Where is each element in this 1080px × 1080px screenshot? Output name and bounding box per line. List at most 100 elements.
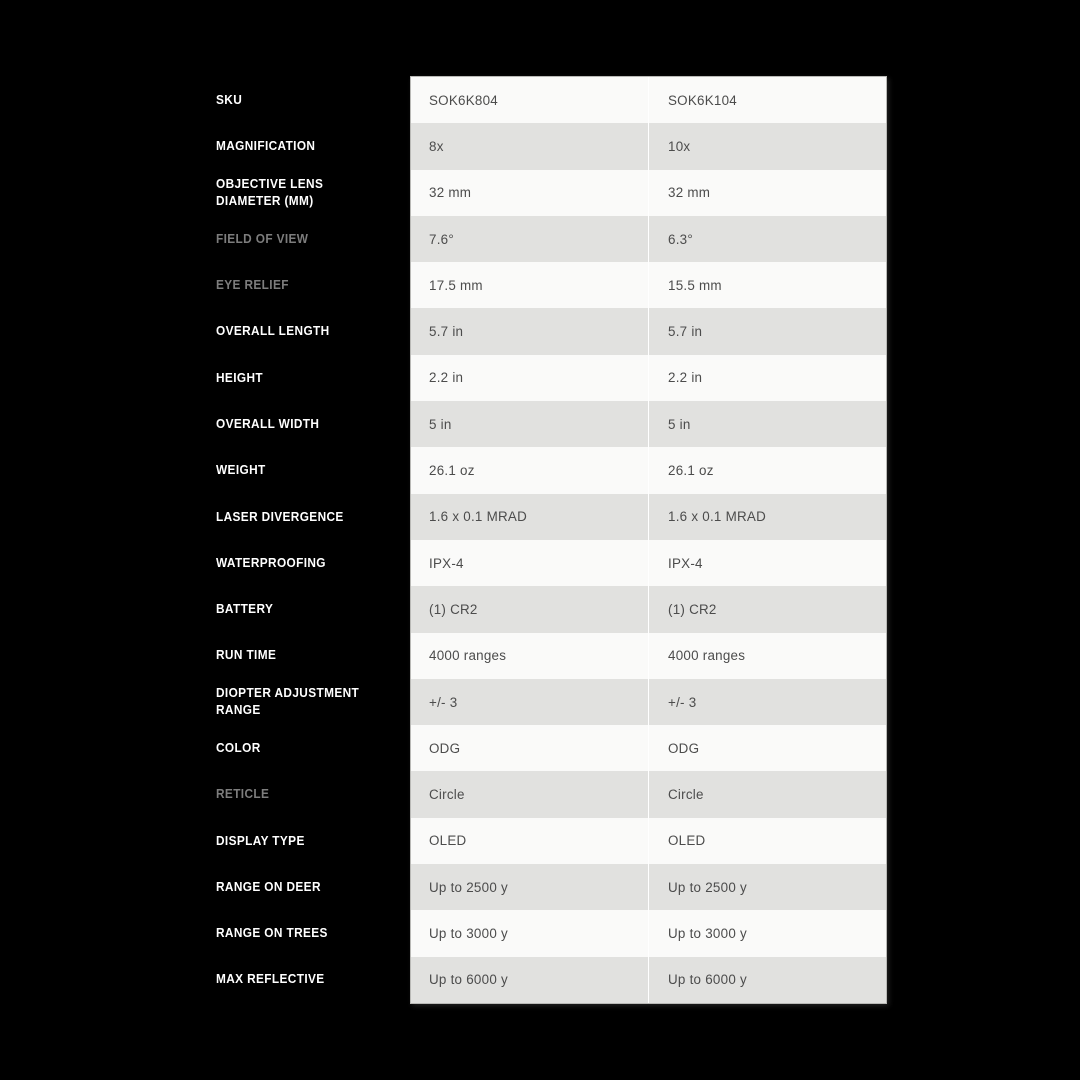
spec-value-cell: SOK6K104 [648,77,887,124]
spec-label-cell: EYE RELIEF [193,262,410,309]
spec-comparison-table: SKU SOK6K804 SOK6K104 MAGNIFICATION 8x 10x OBJ… [193,77,887,1003]
spec-label: FIELD OF VIEW [216,231,309,246]
spec-value-cell: OLED [410,817,648,865]
spec-label-cell: SKU [193,77,410,124]
spec-value-cell: Circle [648,771,887,818]
spec-label: OVERALL LENGTH [216,324,330,339]
spec-label: COLOR [216,741,261,755]
spec-value-cell: IPX-4 [648,539,887,587]
spec-label: BATTERY [216,602,274,617]
spec-value-cell: IPX-4 [410,539,648,587]
spec-value-cell: 1.6 x 0.1 MRAD [648,493,887,540]
spec-label: SKU [216,92,243,107]
spec-value-cell: Up to 2500 y [410,864,648,911]
spec-value-cell: ODG [648,725,887,772]
spec-label-cell: RUN TIME [193,632,410,679]
table-row: RUN TIME 4000 ranges 4000 ranges [193,632,887,679]
spec-value-cell: 8x [410,123,648,170]
spec-value-cell: Up to 6000 y [410,956,648,1003]
spec-label: RANGE ON TREES [216,926,328,941]
spec-label: MAX REFLECTIVE [216,972,325,987]
table-row: OBJECTIVE LENS DIAMETER (MM) 32 mm 32 mm [193,169,887,216]
spec-value-cell: 2.2 in [410,354,648,402]
spec-value-cell: 4000 ranges [410,632,648,679]
spec-value-cell: 1.6 x 0.1 MRAD [410,493,648,540]
spec-value-cell: SOK6K804 [410,77,648,124]
spec-value-cell: Up to 3000 y [410,910,648,957]
spec-label-cell: WEIGHT [193,447,410,494]
spec-label: DISPLAY TYPE [216,833,305,848]
table-row: WATERPROOFING IPX-4 IPX-4 [193,539,887,587]
spec-value-cell: +/- 3 [648,678,887,726]
table-row: EYE RELIEF 17.5 mm 15.5 mm [193,262,887,309]
table-row: DISPLAY TYPE OLED OLED [193,817,887,865]
spec-label-cell: OVERALL WIDTH [193,401,410,448]
table-row: MAX REFLECTIVE Up to 6000 y Up to 6000 y [193,956,887,1003]
spec-value-cell: +/- 3 [410,678,648,726]
table-row: WEIGHT 26.1 oz 26.1 oz [193,447,887,494]
spec-value-cell: 7.6° [410,215,648,263]
spec-label-cell: COLOR [193,725,410,772]
spec-value-cell: 10x [648,123,887,170]
table-row: COLOR ODG ODG [193,725,887,772]
spec-value-cell: (1) CR2 [410,586,648,633]
spec-value-cell: 32 mm [410,169,648,216]
spec-value-cell: OLED [648,817,887,865]
table-row: FIELD OF VIEW 7.6° 6.3° [193,215,887,263]
spec-label: OVERALL WIDTH [216,416,320,431]
spec-label: RANGE ON DEER [216,879,321,894]
spec-label: RUN TIME [216,648,277,663]
spec-label-cell: BATTERY [193,586,410,633]
table-row: RANGE ON DEER Up to 2500 y Up to 2500 y [193,864,887,911]
spec-value-cell: Up to 3000 y [648,910,887,957]
table-row: LASER DIVERGENCE 1.6 x 0.1 MRAD 1.6 x 0.1 … [193,493,887,540]
spec-value-cell: 5.7 in [648,308,887,355]
spec-label: EYE RELIEF [216,278,289,293]
spec-label-cell: LASER DIVERGENCE [193,493,410,540]
spec-value-cell: 5 in [648,401,887,448]
table-row: RETICLE Circle Circle [193,771,887,818]
spec-value-cell: Up to 6000 y [648,956,887,1003]
spec-label: RETICLE [216,787,270,802]
table-row: RANGE ON TREES Up to 3000 y Up to 3000 y [193,910,887,957]
spec-value-cell: 2.2 in [648,354,887,402]
table-row: HEIGHT 2.2 in 2.2 in [193,354,887,402]
table-row: SKU SOK6K804 SOK6K104 [193,77,887,124]
spec-value-cell: 15.5 mm [648,262,887,309]
spec-label: OBJECTIVE LENS DIAMETER (MM) [216,177,324,208]
spec-value-cell: 6.3° [648,215,887,263]
spec-label: DIOPTER ADJUSTMENT RANGE [216,686,360,717]
spec-label-cell: HEIGHT [193,354,410,402]
spec-label-cell: RANGE ON TREES [193,910,410,957]
table-row: MAGNIFICATION 8x 10x [193,123,887,170]
spec-label-cell: RANGE ON DEER [193,864,410,911]
table-row: OVERALL WIDTH 5 in 5 in [193,401,887,448]
spec-value-cell: Circle [410,771,648,818]
spec-label-cell: DISPLAY TYPE [193,817,410,865]
spec-label-cell: DIOPTER ADJUSTMENT RANGE [193,678,410,726]
spec-label: WEIGHT [216,463,266,478]
spec-label: LASER DIVERGENCE [216,509,344,524]
spec-comparison-page: SKU SOK6K804 SOK6K104 MAGNIFICATION 8x 10x OBJ… [0,0,1080,1080]
spec-value-cell: 32 mm [648,169,887,216]
spec-label-cell: WATERPROOFING [193,539,410,587]
spec-label: WATERPROOFING [216,555,326,570]
spec-value-cell: Up to 2500 y [648,864,887,911]
spec-value-cell: ODG [410,725,648,772]
spec-label-cell: OVERALL LENGTH [193,308,410,355]
spec-label-cell: FIELD OF VIEW [193,215,410,263]
table-row: DIOPTER ADJUSTMENT RANGE +/- 3 +/- 3 [193,678,887,726]
spec-label-cell: OBJECTIVE LENS DIAMETER (MM) [193,169,410,216]
spec-value-cell: 4000 ranges [648,632,887,679]
spec-label-cell: MAX REFLECTIVE [193,956,410,1003]
spec-value-cell: 5 in [410,401,648,448]
spec-value-cell: (1) CR2 [648,586,887,633]
spec-value-cell: 26.1 oz [648,447,887,494]
spec-label-cell: MAGNIFICATION [193,123,410,170]
spec-label-cell: RETICLE [193,771,410,818]
spec-label: HEIGHT [216,370,263,385]
table-row: BATTERY (1) CR2 (1) CR2 [193,586,887,633]
spec-value-cell: 26.1 oz [410,447,648,494]
spec-value-cell: 17.5 mm [410,262,648,309]
spec-value-cell: 5.7 in [410,308,648,355]
